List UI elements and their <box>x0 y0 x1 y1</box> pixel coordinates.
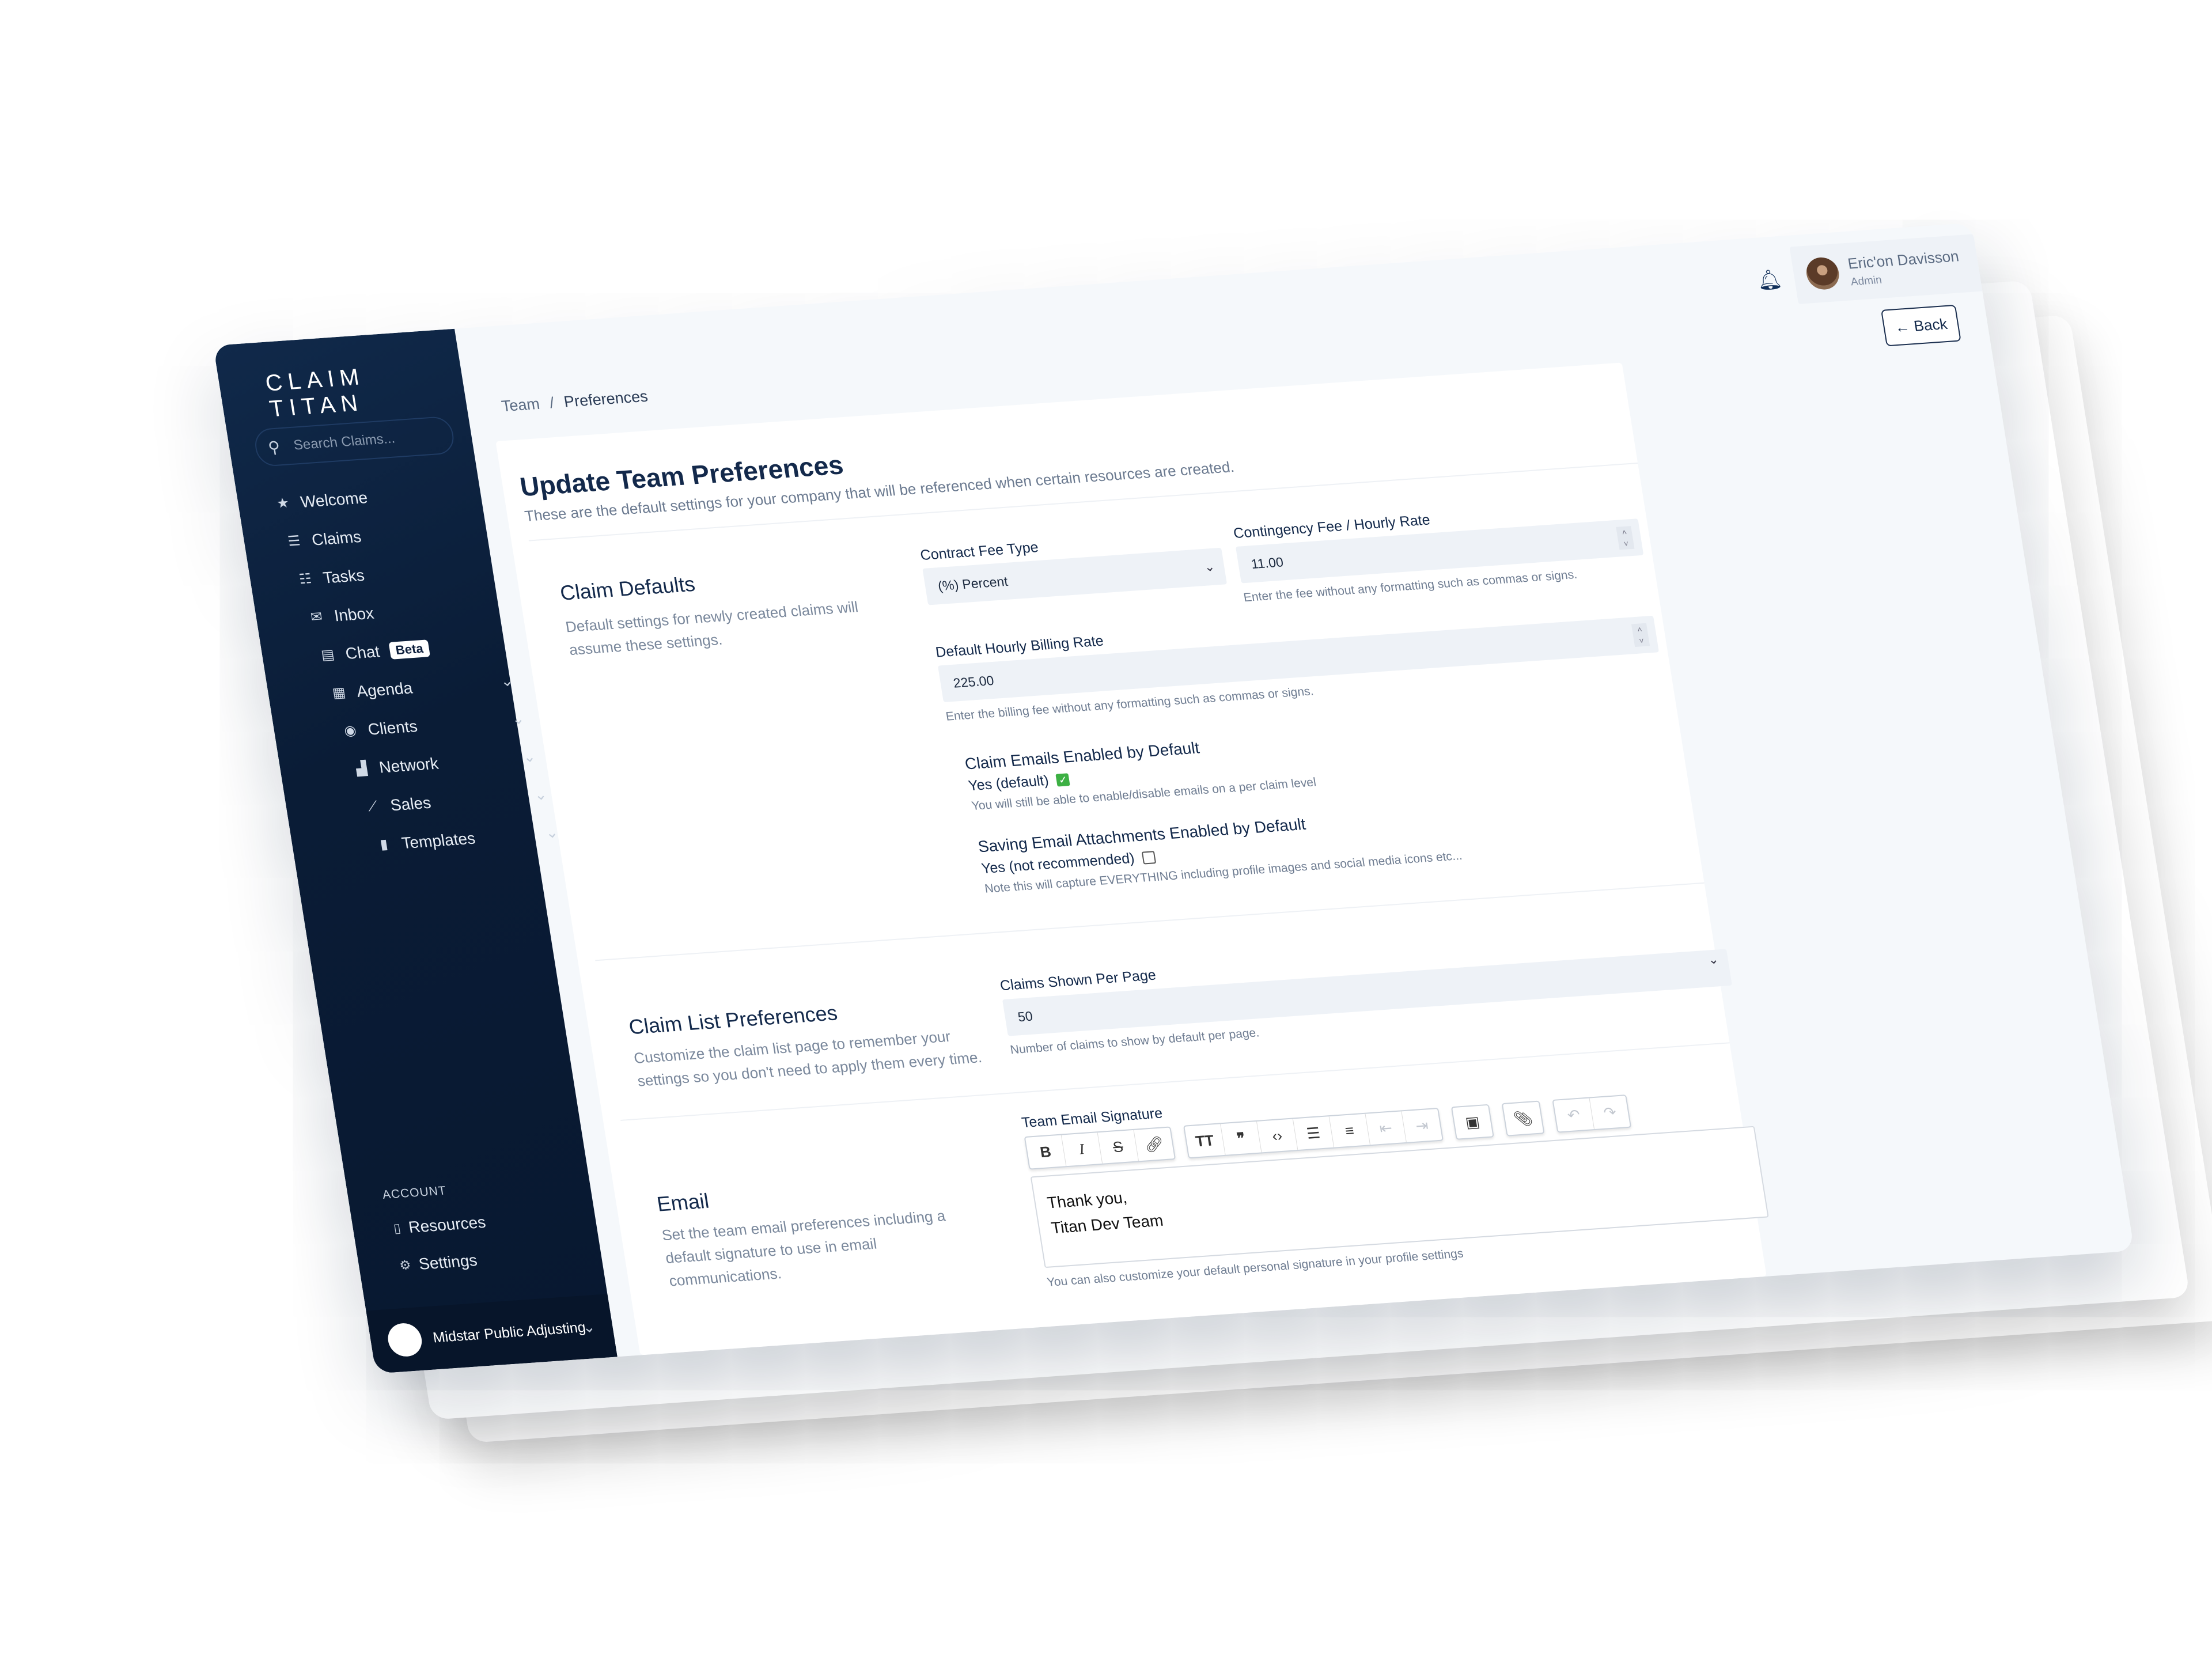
avatar <box>1804 256 1842 291</box>
strikethrough-button[interactable]: S <box>1097 1130 1139 1164</box>
sidebar-item-resources[interactable]: ▯ Resources <box>392 1213 487 1238</box>
divider <box>595 882 1705 961</box>
sidebar-item-label: Inbox <box>332 604 376 624</box>
sidebar-item-label: Welcome <box>299 488 369 511</box>
link-icon[interactable]: 🔗︎ <box>1134 1127 1174 1161</box>
section-title-claim-list: Claim List Preferences <box>627 1001 839 1039</box>
sidebar-item-label: Settings <box>417 1251 479 1273</box>
sidebar-item-label: Sales <box>389 793 433 814</box>
claim-emails-label: Claim Emails Enabled by Default <box>963 738 1201 773</box>
bold-button[interactable]: B <box>1025 1135 1067 1169</box>
chevron-down-icon: ⌄ <box>1707 952 1720 967</box>
main-content: 🔔︎ Eric'on Davisson Admin ⌄ ← Back Team … <box>454 223 2134 1357</box>
undo-icon[interactable]: ↶ <box>1553 1098 1595 1132</box>
star-icon: ★ <box>275 495 290 512</box>
chat-icon: ▤ <box>320 646 336 664</box>
quote-icon[interactable]: ❞ <box>1221 1121 1262 1155</box>
number-stepper-icon[interactable]: ˄ ˅ <box>1631 623 1650 647</box>
breadcrumb-current: Preferences <box>562 387 649 411</box>
preferences-card: Update Team Preferences These are the de… <box>495 362 1769 1355</box>
checkbox-checked[interactable]: ✓ <box>1055 773 1071 787</box>
paperclip-icon[interactable]: 📎︎ <box>1503 1102 1543 1135</box>
italic-button[interactable]: I <box>1061 1132 1103 1166</box>
search-icon: ⚲ <box>267 437 282 457</box>
beta-badge: Beta <box>388 639 430 660</box>
number-stepper-icon[interactable]: ˄ ˅ <box>1616 526 1635 550</box>
chart-line-icon: ⟋ <box>366 798 379 815</box>
gear-icon: ⚙ <box>398 1257 412 1273</box>
option-label: Yes (default) <box>967 772 1050 794</box>
outdent-icon[interactable]: ⇤ <box>1365 1111 1407 1145</box>
buildings-icon: ▟ <box>355 760 368 777</box>
select-value: 50 <box>1016 1008 1034 1024</box>
back-button[interactable]: ← Back <box>1880 304 1961 347</box>
file-icon: ▯ <box>392 1221 402 1236</box>
bell-icon[interactable]: 🔔︎ <box>1755 268 1783 293</box>
sidebar-item-label: Clients <box>366 717 419 738</box>
input-value: 225.00 <box>952 672 995 691</box>
code-icon[interactable]: ‹› <box>1256 1119 1298 1153</box>
user-name: Eric'on Davisson <box>1846 247 1960 272</box>
logo: CLAIM TITAN <box>263 363 367 422</box>
attach-group: 📎︎ <box>1501 1100 1545 1137</box>
chevron-down-icon: ⌄ <box>1203 559 1216 574</box>
contract-fee-type-label: Contract Fee Type <box>919 539 1040 564</box>
heading-icon[interactable]: TT <box>1184 1124 1226 1158</box>
format-group: B I S 🔗︎ <box>1024 1126 1176 1170</box>
organization-logo <box>385 1322 425 1358</box>
user-circle-icon: ◉ <box>343 722 358 739</box>
indent-icon[interactable]: ⇥ <box>1402 1109 1442 1142</box>
search-input[interactable] <box>291 427 440 454</box>
breadcrumb-separator: / <box>548 394 556 412</box>
sidebar-item-label: Resources <box>407 1213 487 1236</box>
account-section-label: ACCOUNT <box>381 1184 448 1202</box>
section-title-claim-defaults: Claim Defaults <box>558 571 697 605</box>
input-value: 11.00 <box>1249 554 1285 571</box>
calendar-icon: ▦ <box>331 684 347 701</box>
app-window: CLAIM TITAN ⚲ ★ Welcome ☰ Claims ☷ Tasks ✉ Inbo… <box>213 222 2135 1374</box>
chevron-down-icon: ⌄ <box>581 1317 597 1336</box>
mailbox-icon: ✉ <box>309 609 324 626</box>
sidebar-item-label: Claims <box>310 527 363 549</box>
section-title-email: Email <box>655 1188 711 1216</box>
redo-icon[interactable]: ↷ <box>1590 1096 1630 1129</box>
image-icon[interactable]: ▣ <box>1452 1105 1493 1139</box>
sidebar-item-label: Tasks <box>321 566 366 587</box>
tasks-icon: ☷ <box>298 571 313 588</box>
claim-emails-option[interactable]: Yes (default) ✓ <box>967 771 1071 794</box>
inbox-stack-icon: ☰ <box>286 533 302 550</box>
select-value: (%) Percent <box>937 573 1009 593</box>
sidebar-item-label: Agenda <box>355 678 414 700</box>
user-menu[interactable]: Eric'on Davisson Admin ⌄ <box>1789 232 2006 304</box>
organization-name: Midstar Public Adjusting <box>431 1319 587 1346</box>
numbered-list-icon[interactable]: ≡ <box>1329 1113 1370 1147</box>
history-group: ↶ ↷ <box>1552 1094 1632 1133</box>
section-desc-email: Set the team email preferences including… <box>660 1207 947 1290</box>
per-page-select[interactable]: 50 ⌄ <box>1002 949 1732 1036</box>
search-box[interactable]: ⚲ <box>252 415 456 468</box>
image-group: ▣ <box>1450 1104 1494 1140</box>
sidebar-item-settings[interactable]: ⚙ Settings <box>398 1251 479 1275</box>
sidebar-item-label: Chat <box>344 642 381 662</box>
section-desc-claim-defaults: Default settings for newly created claim… <box>564 598 859 659</box>
breadcrumb-team[interactable]: Team <box>500 395 541 415</box>
breadcrumb: Team / Preferences <box>500 388 649 415</box>
sidebar-item-label: Templates <box>400 828 477 852</box>
signature-label: Team Email Signature <box>1020 1105 1164 1131</box>
chevron-down-icon: ⌄ <box>1981 252 1997 271</box>
bullet-list-icon[interactable]: ☰ <box>1293 1116 1335 1150</box>
document-icon: ▮ <box>378 836 389 853</box>
checkbox-unchecked[interactable] <box>1141 851 1157 865</box>
app-window-stage: CLAIM TITAN ⚲ ★ Welcome ☰ Claims ☷ Tasks ✉ Inbo… <box>213 222 2135 1374</box>
sidebar-item-label: Network <box>377 754 440 777</box>
